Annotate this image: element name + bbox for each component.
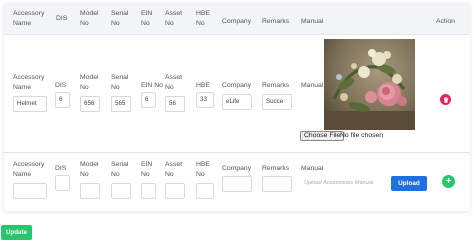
label-accessory-name: Accessory Name — [13, 161, 45, 178]
choose-file-button[interactable]: Choose File — [300, 131, 345, 141]
table-header: Accessory Name DIS Model No Serial No EI… — [4, 3, 470, 35]
dis-field[interactable] — [55, 175, 70, 191]
label-company: Company — [222, 82, 252, 89]
label-serial-no: Serial No — [111, 74, 129, 91]
label-dis: DIS — [55, 82, 67, 89]
accessory-name-field[interactable] — [13, 183, 47, 199]
asset-no-field[interactable] — [165, 183, 185, 199]
label-model-no: Model No — [80, 74, 99, 91]
accessories-card: Accessory Name DIS Model No Serial No EI… — [4, 3, 470, 211]
header-action: Action — [436, 18, 455, 25]
label-manual: Manual — [301, 82, 324, 89]
label-dis: DIS — [55, 165, 67, 172]
label-ein-no: EIN No — [141, 82, 163, 89]
company-field[interactable]: eLife — [222, 94, 252, 110]
header-ein-no: EIN No — [141, 10, 153, 27]
manual-preview-image — [324, 39, 415, 130]
trash-icon — [443, 96, 448, 103]
header-remarks: Remarks — [262, 18, 290, 25]
serial-no-field[interactable]: 565 — [111, 96, 131, 112]
label-remarks: Remarks — [262, 82, 290, 89]
model-no-field[interactable] — [80, 183, 100, 199]
hbe-field[interactable]: 33 — [196, 92, 214, 108]
asset-no-field[interactable]: 56 — [165, 96, 185, 112]
label-asset-no: Asset No — [165, 161, 182, 178]
row-divider — [4, 152, 470, 153]
header-company: Company — [222, 18, 252, 25]
label-asset-no: Asset No — [165, 74, 182, 91]
header-serial-no: Serial No — [111, 10, 129, 27]
model-no-field[interactable]: 656 — [80, 96, 100, 112]
label-serial-no: Serial No — [111, 161, 129, 178]
company-field[interactable] — [222, 176, 252, 192]
ein-no-field[interactable]: 6 — [141, 92, 156, 108]
remarks-field[interactable] — [262, 176, 292, 192]
file-status-text: No file chosen — [340, 132, 384, 139]
update-button[interactable]: Update — [1, 225, 32, 240]
accessory-name-field[interactable]: Helmet — [13, 96, 47, 112]
plus-icon: + — [445, 176, 452, 187]
label-hbe: HBE — [196, 82, 210, 89]
serial-no-field[interactable] — [111, 183, 131, 199]
label-remarks: Remarks — [262, 165, 290, 172]
label-ein-no: EIN No — [141, 161, 153, 178]
label-company: Company — [222, 165, 252, 172]
header-accessory-name: Accessory Name — [13, 10, 45, 27]
add-row-button[interactable]: + — [442, 175, 455, 188]
label-hbe-no: HBE No — [196, 161, 210, 178]
delete-row-button[interactable] — [440, 94, 451, 105]
label-accessory-name: Accessory Name — [13, 74, 45, 91]
header-hbe-no: HBE No — [196, 10, 210, 27]
ein-no-field[interactable] — [141, 183, 156, 199]
header-asset-no: Asset No — [165, 10, 182, 27]
dis-field[interactable]: 6 — [55, 92, 70, 108]
label-model-no: Model No — [80, 161, 99, 178]
flower-painting-image — [324, 39, 415, 130]
remarks-field[interactable]: Succe — [262, 94, 292, 110]
upload-manual-input[interactable]: Upload Accessories Manual — [301, 176, 386, 192]
upload-button[interactable]: Upload — [391, 176, 427, 191]
header-dis: DIS — [56, 15, 68, 22]
header-model-no: Model No — [80, 10, 99, 27]
label-manual: Manual — [301, 165, 324, 172]
header-manual: Manual — [301, 18, 324, 25]
hbe-no-field[interactable] — [196, 183, 214, 199]
